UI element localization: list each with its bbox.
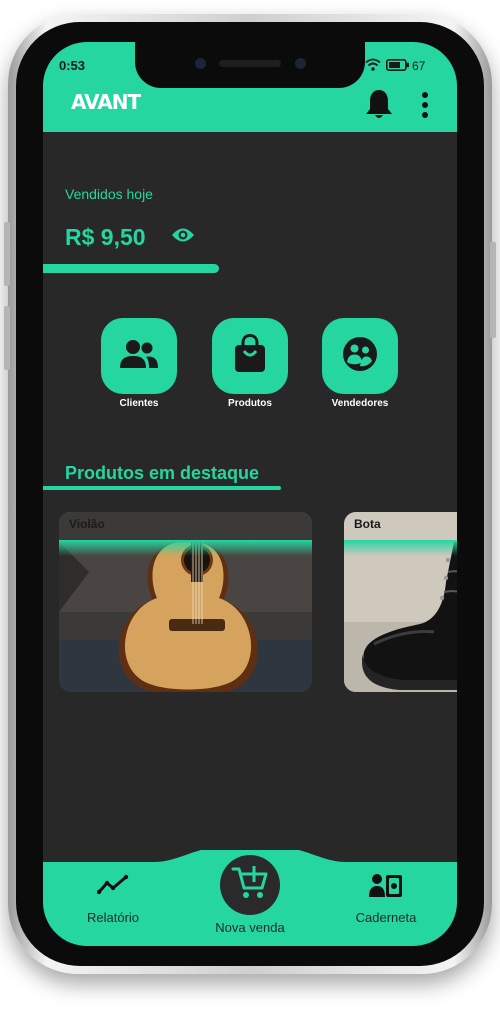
wallet-contact-icon	[369, 872, 403, 903]
trend-icon	[96, 874, 129, 901]
product-card-violao[interactable]: Violão	[59, 512, 312, 692]
nav-label-caderneta: Caderneta	[355, 910, 417, 925]
phone-side-button	[4, 222, 10, 286]
people-icon	[118, 337, 160, 376]
bell-icon[interactable]	[364, 88, 394, 125]
vendedores-button[interactable]	[322, 318, 398, 394]
product-name: Bota	[354, 517, 381, 531]
vendedores-label: Vendedores	[331, 398, 389, 409]
battery-icon	[386, 59, 410, 74]
card-header-fade	[344, 540, 457, 556]
boot-image	[344, 512, 457, 692]
add-cart-icon	[231, 864, 269, 907]
screen: 0:53 67 AVANT Vendidos hoje R$ 9,50 Clie…	[43, 42, 457, 946]
sales-today-amount: R$ 9,50	[65, 224, 146, 250]
product-name: Violão	[69, 517, 105, 531]
product-card-bota[interactable]: Bota	[344, 512, 457, 692]
wifi-icon	[365, 58, 381, 74]
sensor-icon	[295, 58, 306, 69]
more-vert-icon[interactable]	[419, 91, 431, 124]
speaker-grille	[219, 60, 281, 67]
seller-icon	[341, 335, 379, 378]
nav-label-relatorio: Relatório	[86, 910, 140, 925]
card-header-fade	[59, 540, 312, 556]
nav-item-caderneta[interactable]: Caderneta	[346, 872, 426, 932]
sales-today-label: Vendidos hoje	[65, 186, 153, 202]
produtos-button[interactable]	[212, 318, 288, 394]
clientes-button[interactable]	[101, 318, 177, 394]
nav-item-relatorio[interactable]: Relatório	[73, 872, 153, 932]
sales-progress-bar	[43, 264, 219, 273]
eye-icon[interactable]	[171, 227, 195, 248]
phone-side-button	[490, 242, 496, 338]
nova-venda-button[interactable]	[220, 855, 280, 915]
featured-title: Produtos em destaque	[65, 463, 260, 483]
produtos-label: Produtos	[228, 398, 272, 409]
notch	[135, 42, 365, 88]
battery-level: 67	[412, 59, 426, 73]
phone-side-button	[4, 306, 10, 370]
app-logo: AVANT	[71, 90, 141, 114]
camera-icon	[195, 58, 206, 69]
nav-item-nova-venda[interactable]: Nova venda	[200, 920, 300, 942]
nav-label-nova-venda: Nova venda	[215, 920, 285, 935]
shopping-bag-icon	[232, 333, 268, 379]
guitar-image	[59, 512, 312, 692]
status-time: 0:53	[59, 58, 86, 73]
clientes-label: Clientes	[119, 398, 159, 409]
featured-underline	[43, 486, 281, 490]
